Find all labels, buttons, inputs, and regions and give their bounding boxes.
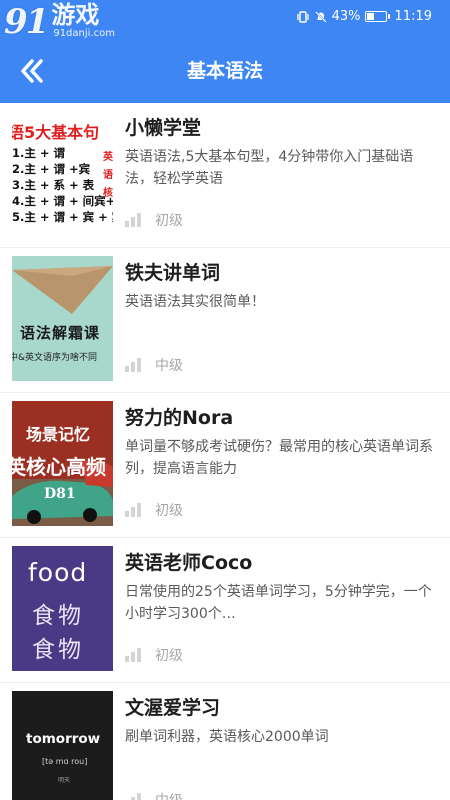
watermark-text: 游戏 [51, 1, 100, 29]
course-level-label: 初级 [155, 503, 183, 519]
thumb-line: 3.主 + 系 + 表 [12, 178, 95, 192]
course-description: 英语语法其实很简单！ [125, 294, 265, 310]
course-description: 英语语法,5大基本句型，4分钟带你入门基础语法，轻松学英语 [125, 149, 414, 187]
signal-bars-icon [125, 358, 143, 372]
course-thumbnail: tomorrow [tə mɑ rou] 明天 [12, 691, 113, 800]
thumb-word: tomorrow [26, 731, 101, 747]
watermark-url: 91danji.com [53, 28, 115, 39]
thumb-line-2: 英核心高频 [12, 455, 106, 479]
watermark-logo: 91 游戏 91danji.com [4, 2, 115, 42]
thumb-meaning: 明天 [58, 777, 71, 784]
thumb-line: 2.主 + 谓 +宾 [12, 162, 91, 176]
thumb-word: food [28, 558, 88, 587]
thumb-line: 4.主 + 谓 + 间宾+ [12, 194, 113, 208]
course-description: 日常使用的25个英语单词学习，5分钟学完，一个小时学习300个… [125, 584, 432, 622]
thumb-line: 5.主 + 谓 + 宾 + 宾 [12, 210, 113, 224]
course-level-label: 初级 [155, 213, 183, 229]
signal-bars-icon [125, 648, 143, 662]
thumb-caption: 语法解霜课 [20, 324, 101, 342]
page-title: 基本语法 [186, 60, 263, 82]
course-name: 铁夫讲单词 [125, 262, 221, 284]
course-description: 刷单词利器，英语核心2000单词 [125, 729, 329, 745]
cone-illustration [12, 266, 113, 314]
course-item[interactable]: tomorrow [tə mɑ rou] 明天 文渥爱学习 刷单词利器，英语核心… [0, 683, 450, 800]
thumb-cn-2: 食物 [32, 637, 84, 663]
thumb-line-1: 场景记忆 [26, 425, 91, 444]
course-level-label: 中级 [155, 790, 183, 800]
thumb-side-char: 英 [103, 152, 113, 163]
course-thumbnail: food 食物 食物 [12, 546, 113, 671]
course-level: 中级 [125, 355, 183, 375]
course-name: 努力的Nora [125, 407, 234, 429]
battery-icon [364, 11, 390, 22]
course-item[interactable]: 语法解霜课 中&英文语序为啥不同 铁夫讲单词 英语语法其实很简单！ 中级 [0, 248, 450, 393]
course-level: 初级 [125, 500, 183, 520]
course-name: 小懒学堂 [125, 117, 202, 139]
vibrate-icon [296, 10, 310, 24]
thumb-side-char: 核 [103, 188, 113, 199]
signal-bars-icon [125, 793, 143, 800]
course-thumbnail: 语5大基本句 1.主 + 谓 2.主 + 谓 +宾 3.主 + 系 + 表 4.… [12, 111, 113, 236]
status-bar: 91 游戏 91danji.com 43% 11:19 [0, 0, 450, 42]
course-level-label: 中级 [155, 358, 183, 374]
course-item[interactable]: 语5大基本句 1.主 + 谓 2.主 + 谓 +宾 3.主 + 系 + 表 4.… [0, 103, 450, 248]
course-level: 初级 [125, 210, 183, 230]
course-list: 语5大基本句 1.主 + 谓 2.主 + 谓 +宾 3.主 + 系 + 表 4.… [0, 103, 450, 800]
course-name: 英语老师Coco [125, 552, 253, 574]
thumb-line-3: D81 [44, 486, 76, 502]
course-description: 单词量不够成考试硬伤？最常用的核心英语单词系列，提高语言能力 [125, 439, 433, 477]
thumb-subcaption: 中&英文语序为啥不同 [12, 353, 98, 363]
signal-bars-icon [125, 503, 143, 517]
thumb-cn-1: 食物 [32, 603, 84, 629]
course-item[interactable]: 场景记忆 英核心高频 D81 努力的Nora 单词量不够成考试硬伤？最常用的核心… [0, 393, 450, 538]
clock: 11:19 [394, 9, 432, 24]
app-header: 91 游戏 91danji.com 43% 11:19 基本语法 [0, 0, 450, 103]
signal-bars-icon [125, 213, 143, 227]
battery-percent: 43% [331, 9, 361, 24]
thumb-heading: 语5大基本句 [12, 123, 100, 142]
course-level: 初级 [125, 645, 183, 665]
thumb-phonetic: [tə mɑ rou] [42, 757, 88, 766]
mute-bell-icon [314, 10, 328, 24]
course-level: 中级 [125, 790, 183, 800]
thumb-side-char: 语 [103, 170, 113, 181]
course-name: 文渥爱学习 [125, 697, 221, 719]
course-thumbnail: 场景记忆 英核心高频 D81 [12, 401, 113, 526]
course-item[interactable]: food 食物 食物 英语老师Coco 日常使用的25个英语单词学习，5分钟学完… [0, 538, 450, 683]
watermark-number: 91 [4, 2, 49, 42]
course-thumbnail: 语法解霜课 中&英文语序为啥不同 [12, 256, 113, 381]
course-level-label: 初级 [155, 648, 183, 664]
thumb-line: 1.主 + 谓 [12, 146, 66, 160]
